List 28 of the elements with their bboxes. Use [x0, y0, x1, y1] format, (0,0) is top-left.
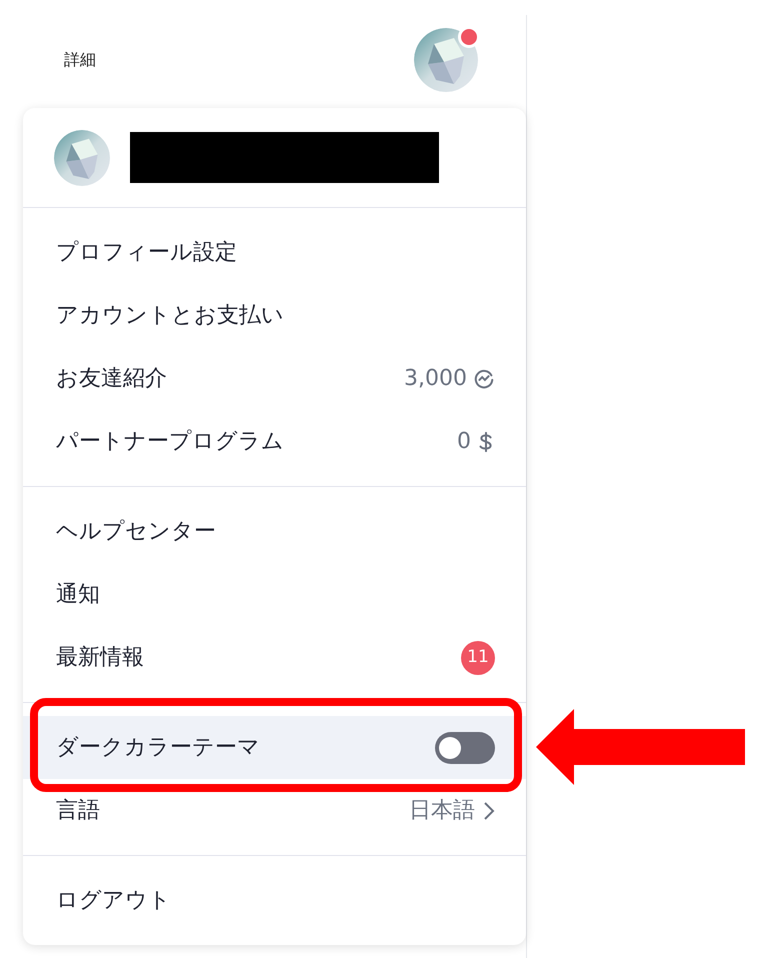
menu-item[interactable]: パートナープログラム 0	[23, 410, 526, 473]
item-label: ログアウト	[56, 887, 171, 915]
menu-item[interactable]: 最新情報 11	[23, 626, 526, 689]
item-value: 3,000	[404, 365, 467, 393]
menu-item[interactable]: ダークカラーテーマ	[23, 716, 526, 779]
chart-circle-icon	[473, 368, 495, 390]
item-label: パートナープログラム	[56, 428, 284, 456]
item-label: アカウントとお支払い	[56, 302, 284, 330]
item-label: お友達紹介	[56, 365, 167, 393]
item-label: ヘルプセンター	[56, 518, 216, 546]
item-label: 言語	[56, 797, 100, 825]
item-value: 0	[457, 428, 471, 456]
item-label: 通知	[56, 581, 100, 609]
item-label: 最新情報	[56, 644, 144, 672]
item-value: 日本語	[409, 797, 475, 825]
arrow-icon	[536, 709, 746, 785]
page-title: 詳細	[64, 49, 96, 71]
menu-item[interactable]: 通知	[23, 563, 526, 626]
menu-item[interactable]: ログアウト	[23, 869, 526, 932]
item-label: プロフィール設定	[56, 239, 237, 267]
menu-item[interactable]: アカウントとお支払い	[23, 284, 526, 347]
menu-item[interactable]: お友達紹介 3,000	[23, 347, 526, 410]
count-badge: 11	[461, 640, 495, 674]
menu-item[interactable]: ヘルプセンター	[23, 500, 526, 563]
chevron-right-icon	[483, 800, 495, 822]
menu-item[interactable]: プロフィール設定	[23, 221, 526, 284]
item-label: ダークカラーテーマ	[56, 734, 260, 762]
theme-switch[interactable]	[435, 732, 495, 764]
